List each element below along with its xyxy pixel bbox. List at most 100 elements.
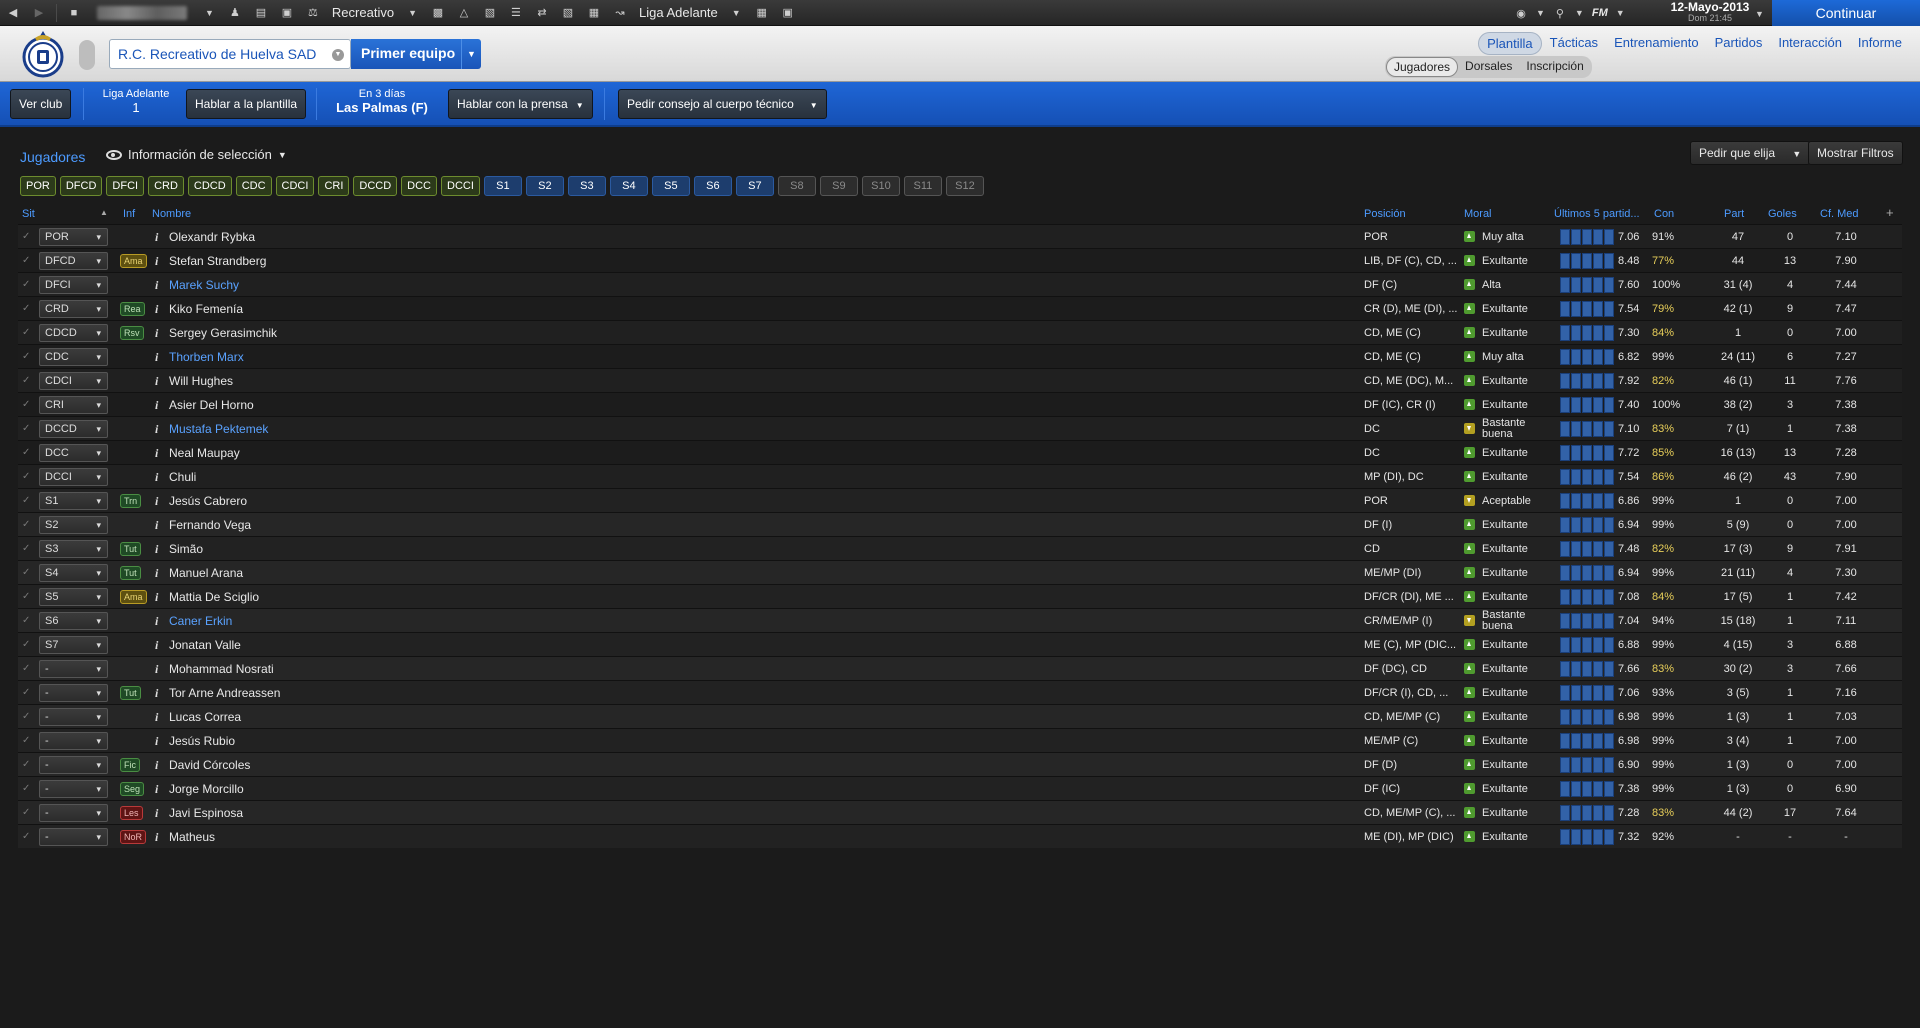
player-name[interactable]: David Córcoles (169, 753, 569, 777)
position-chip[interactable]: CRI (318, 176, 350, 196)
table-row[interactable]: ✓ - i Jesús Rubio ME/MP (C) Exultante 6.… (18, 728, 1902, 752)
col-posicion[interactable]: Posición (1364, 208, 1406, 220)
form-bars[interactable] (1560, 805, 1614, 821)
table-row[interactable]: ✓ S1 Trn i Jesús Cabrero POR Aceptable 6… (18, 488, 1902, 512)
info-icon[interactable]: i (155, 465, 161, 489)
position-chip[interactable]: DCC (401, 176, 438, 196)
form-bars[interactable] (1560, 829, 1614, 845)
subtab-dorsales[interactable]: Dorsales (1458, 57, 1519, 77)
chevron-down-icon[interactable]: ▼ (400, 8, 425, 18)
col-inf[interactable]: Inf (123, 208, 135, 220)
info-icon[interactable]: i (155, 369, 161, 393)
info-icon[interactable]: i (155, 633, 161, 657)
player-name[interactable]: Mohammad Nosrati (169, 657, 569, 681)
form-bars[interactable] (1560, 589, 1614, 605)
checkmark-icon[interactable]: ✓ (22, 705, 34, 729)
tab-tacticas[interactable]: Tácticas (1542, 32, 1606, 55)
selection-dropdown[interactable]: DCCI (39, 468, 108, 486)
sub-chip[interactable]: S4 (609, 176, 648, 196)
checkmark-icon[interactable]: ✓ (22, 249, 34, 273)
selection-dropdown[interactable]: - (39, 684, 108, 702)
chevron-down-icon[interactable]: ▼ (332, 49, 344, 61)
table-row[interactable]: ✓ S2 i Fernando Vega DF (I) Exultante 6.… (18, 512, 1902, 536)
player-name[interactable]: Matheus (169, 825, 569, 849)
form-bars[interactable] (1560, 637, 1614, 653)
selection-dropdown[interactable]: - (39, 708, 108, 726)
checkmark-icon[interactable]: ✓ (22, 489, 34, 513)
forward-arrow-icon[interactable]: ▶ (26, 0, 52, 26)
info-icon[interactable]: i (155, 537, 161, 561)
player-name[interactable]: Sergey Gerasimchik (169, 321, 569, 345)
position-chip[interactable]: DFCI (106, 176, 145, 196)
form-bars[interactable] (1560, 301, 1614, 317)
selection-dropdown[interactable]: CDCI (39, 372, 108, 390)
table-row[interactable]: ✓ DCC i Neal Maupay DC Exultante 7.72 85… (18, 440, 1902, 464)
form-bars[interactable] (1560, 253, 1614, 269)
sub-chip[interactable]: S5 (651, 176, 690, 196)
table-row[interactable]: ✓ DFCD Ama i Stefan Strandberg LIB, DF (… (18, 248, 1902, 272)
form-bars[interactable] (1560, 685, 1614, 701)
table-row[interactable]: ✓ - i Lucas Correa CD, ME/MP (C) Exultan… (18, 704, 1902, 728)
form-bars[interactable] (1560, 421, 1614, 437)
col-ultimos[interactable]: Últimos 5 partid... (1554, 208, 1640, 220)
info-icon[interactable]: i (155, 585, 161, 609)
checkmark-icon[interactable]: ✓ (22, 345, 34, 369)
table-row[interactable]: ✓ CDC i Thorben Marx CD, ME (C) Muy alta… (18, 344, 1902, 368)
subtab-inscripcion[interactable]: Inscripción (1519, 57, 1590, 77)
scales-icon[interactable]: ⚖ (300, 0, 326, 26)
selection-dropdown[interactable]: S4 (39, 564, 108, 582)
show-filters-button[interactable]: Mostrar Filtros (1808, 141, 1903, 165)
info-icon[interactable]: i (155, 561, 161, 585)
selection-dropdown[interactable]: DFCI (39, 276, 108, 294)
info-icon[interactable]: i (155, 489, 161, 513)
form-bars[interactable] (1560, 445, 1614, 461)
player-name[interactable]: Stefan Strandberg (169, 249, 569, 273)
position-chip[interactable]: POR (20, 176, 56, 196)
player-name[interactable]: Javi Espinosa (169, 801, 569, 825)
position-chip[interactable]: CDC (235, 176, 272, 196)
player-name[interactable]: Marek Suchy (169, 273, 569, 297)
table-row[interactable]: ✓ - Tut i Tor Arne Andreassen DF/CR (I),… (18, 680, 1902, 704)
table-row[interactable]: ✓ - NoR i Matheus ME (DI), MP (DIC) Exul… (18, 824, 1902, 848)
ask-staff-button[interactable]: Pedir consejo al cuerpo técnico ▼ (618, 89, 827, 119)
info-icon[interactable]: i (155, 681, 161, 705)
sub-chip-inactive[interactable]: S9 (819, 176, 858, 196)
info-badge[interactable]: Trn (120, 494, 142, 508)
selection-dropdown[interactable]: DCC (39, 444, 108, 462)
checkmark-icon[interactable]: ✓ (22, 513, 34, 537)
selection-dropdown[interactable]: DFCD (39, 252, 108, 270)
player-name[interactable]: Kiko Femenía (169, 297, 569, 321)
player-name[interactable]: Jorge Morcillo (169, 777, 569, 801)
search-icon[interactable]: ⚲ (1547, 0, 1573, 26)
table-row[interactable]: ✓ S7 i Jonatan Valle ME (C), MP (DIC... … (18, 632, 1902, 656)
selection-dropdown[interactable]: S6 (39, 612, 108, 630)
info-icon[interactable]: i (155, 441, 161, 465)
player-name[interactable]: Will Hughes (169, 369, 569, 393)
position-chip[interactable]: CRD (148, 176, 184, 196)
table-row[interactable]: ✓ CDCD Rsv i Sergey Gerasimchik CD, ME (… (18, 320, 1902, 344)
selection-dropdown[interactable]: - (39, 780, 108, 798)
info-badge[interactable]: Ama (120, 254, 147, 268)
player-name[interactable]: Lucas Correa (169, 705, 569, 729)
player-name[interactable]: Caner Erkin (169, 609, 569, 633)
calendar-icon[interactable]: ▦ (749, 0, 775, 26)
chevron-down-icon[interactable]: ▼ (1755, 9, 1764, 19)
col-con[interactable]: Con (1654, 208, 1674, 220)
info-icon[interactable]: i (155, 321, 161, 345)
clipboard-icon[interactable]: ▤ (248, 0, 274, 26)
form-bars[interactable] (1560, 277, 1614, 293)
continue-button[interactable]: Continuar (1772, 0, 1920, 26)
form-bars[interactable] (1560, 757, 1614, 773)
info-icon[interactable]: i (155, 657, 161, 681)
sub-chip[interactable]: S2 (525, 176, 564, 196)
selection-dropdown[interactable]: S2 (39, 516, 108, 534)
info-icon[interactable]: i (155, 249, 161, 273)
chevron-down-icon[interactable]: ▼ (197, 8, 222, 18)
info-icon[interactable]: i (155, 393, 161, 417)
view-selector[interactable]: Información de selección ▼ (106, 147, 287, 162)
selection-dropdown[interactable]: - (39, 828, 108, 846)
info-badge[interactable]: Les (120, 806, 143, 820)
info-icon[interactable]: i (155, 345, 161, 369)
selection-dropdown[interactable]: - (39, 732, 108, 750)
checkmark-icon[interactable]: ✓ (22, 561, 34, 585)
